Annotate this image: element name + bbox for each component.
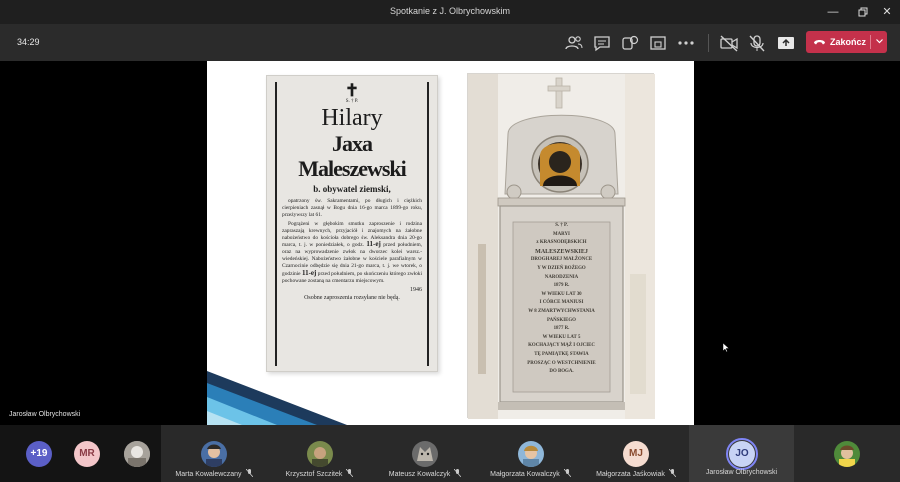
plaque-line: PROSZĄC O WESTCHNIENIE [527,360,596,366]
obituary-paragraph: opatrzony św. Sakramentami, po długich i… [282,198,422,218]
participant-name-text: Mateusz Kowalczyk [388,471,451,478]
plaque-line: W WIEKU LAT 5 [542,334,581,340]
mic-off-icon [668,469,676,477]
participant-tile[interactable]: Krzysztof Szczitek [267,425,372,482]
plaque-line: 1879 R. [553,283,570,289]
obituary-last-name: Jaxa Maleszewski [298,131,407,181]
slide-decoration [207,371,347,425]
participant-avatar [518,441,544,467]
meeting-timer: 34:29 [17,37,40,47]
cross-icon: ✝ [344,81,360,100]
participant-tile[interactable]: Mateusz Kowalczyk [372,425,478,482]
participant-avatar[interactable]: MR [74,441,100,467]
plaque-line: W WIEKU LAT 30 [541,291,582,297]
participant-name-text: Krzysztof Szczitek [285,471,343,478]
shared-screen-stage: ✝ S. † P. Hilary Jaxa Maleszewski b. oby… [0,61,900,425]
participant-name: Małgorzata Jaśkowiak [583,469,689,478]
obituary-newspaper-clipping: ✝ S. † P. Hilary Jaxa Maleszewski b. oby… [266,75,438,372]
meeting-toolbar: 34:29 Zakończ [0,24,900,61]
presentation-slide: ✝ S. † P. Hilary Jaxa Maleszewski b. oby… [207,61,694,425]
plaque-line: DROGHAREJ MAŁŻONCE [530,257,593,263]
overflow-participants-button[interactable]: +19 [26,441,52,467]
mic-off-icon [346,469,354,477]
end-call-divider [870,35,871,49]
obituary-paragraph: Pogrążeni w głębokim smutku zaproszenie … [282,221,422,285]
more-icon[interactable] [675,33,697,53]
participant-tile[interactable]: MJ Małgorzata Jaśkowiak [583,425,689,482]
mic-off-icon [454,469,462,477]
participant-tile[interactable]: Małgorzata Kowalczyk [478,425,583,482]
camera-off-icon[interactable] [718,33,740,53]
obituary-time: 11-ej [301,269,317,278]
plaque-line: NARODZENIA [544,274,579,280]
participant-name-text: Małgorzata Kowalczyk [490,471,560,478]
participant-name-text: Małgorzata Jaśkowiak [596,471,665,478]
plaque-line: MARYI [553,231,570,237]
participant-name: Marta Kowalewczany [161,469,267,478]
rooms-icon[interactable] [647,33,669,53]
obituary-number: 1946 [410,286,422,293]
participant-name: Mateusz Kowalczyk [372,469,478,478]
obituary-first-name: Hilary [321,105,383,131]
plaque-line: DO BOGA. [549,369,574,375]
end-call-button[interactable]: Zakończ [806,31,887,53]
toolbar-divider [708,34,709,52]
plaque-line: Y W DZIEŃ BOŻEGO [537,265,586,271]
participant-tile[interactable] [794,425,900,482]
plaque-line: z KRASNODĘBSKICH [536,240,587,246]
participant-avatar [834,441,860,467]
plaque-line: 1877 R. [553,326,570,332]
plaque-line: TĘ PAMIĄTKĘ STAWIA [534,351,589,357]
participant-avatar [307,441,333,467]
participant-name: Małgorzata Kowalczyk [478,469,583,478]
phone-hangup-icon [813,36,826,48]
cursor-icon [723,343,729,352]
close-icon[interactable]: ✕ [872,0,900,24]
participant-name-text: Marta Kowalewczany [175,471,242,478]
plaque-line: PAŃSKIEGO [547,317,576,323]
mic-off-icon [245,469,253,477]
obituary-title: b. obywatel ziemski, [313,184,391,194]
participant-name: Jarosław Olbrychowski [705,469,778,476]
participant-avatar[interactable] [124,441,150,467]
participant-strip: +19 MR Marta Kowalewczany Krzysztof Szcz… [0,425,900,482]
memorial-plaque-photo: S. † P. MARYI z KRASNODĘBSKICH MALESZEWS… [467,73,655,419]
share-icon[interactable] [775,33,797,53]
participant-tile[interactable]: Marta Kowalewczany [161,425,267,482]
presenter-name-label: Jarosław Olbrychowski [9,411,81,418]
participant-avatar: MJ [623,441,649,467]
plaque-line: KOCHAJĄCY MĄŻ I OJCIEC [528,343,595,349]
plaque-line: S. † P. [555,223,568,228]
end-call-label: Zakończ [830,37,867,47]
participants-icon[interactable] [563,33,585,53]
minimize-icon[interactable]: — [818,0,848,24]
participant-name: Krzysztof Szczitek [267,469,372,478]
plaque-inscription: S. † P. MARYI z KRASNODĘBSKICH MALESZEWS… [513,222,610,377]
chat-icon[interactable] [591,33,613,53]
mic-off-icon [563,469,571,477]
plaque-line: MALESZEWSKIEJ [535,248,588,255]
obituary-sp: S. † P. [345,99,359,104]
obituary-time: 11-ej [366,240,381,249]
participant-tile-active[interactable]: JO Jarosław Olbrychowski [689,425,794,482]
participant-avatar: JO [729,441,755,467]
participant-avatar [412,441,438,467]
obituary-footer: Osobne zaproszenia rozsyłane nie będą. [304,294,400,301]
plaque-line: W 8 ZMARTWYCHWSTANIA [528,308,595,314]
title-bar: Spotkanie z J. Olbrychowskim — ✕ [0,0,900,24]
reactions-icon[interactable] [619,33,641,53]
mic-off-icon[interactable] [746,33,768,53]
window-title: Spotkanie z J. Olbrychowskim [389,6,511,16]
chevron-down-icon[interactable] [875,35,884,47]
participant-avatar [201,441,227,467]
plaque-line: I CÓRCE MANIUSI [539,300,584,306]
